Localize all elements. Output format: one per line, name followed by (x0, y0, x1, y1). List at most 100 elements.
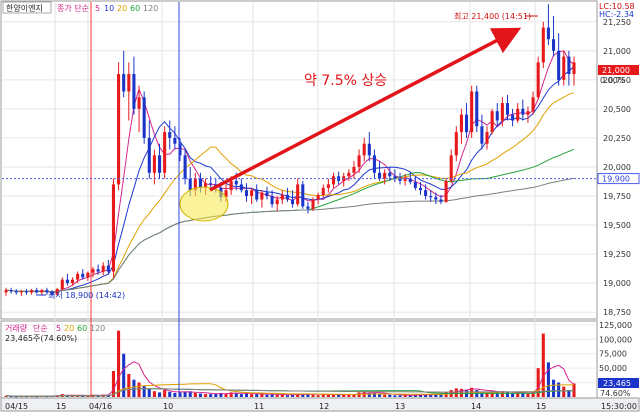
candle-body (546, 27, 550, 40)
candle-body (551, 39, 556, 51)
price-tick-label: 19,000 (603, 279, 631, 288)
candle-body (495, 111, 499, 121)
candle-body (275, 199, 279, 205)
x-tick-label: 14 (471, 402, 481, 411)
stock-chart: 21,25021,00020,75020,50020,25020,00019,7… (0, 0, 640, 412)
candle-body (521, 108, 525, 115)
price-tick-label: 20,250 (603, 134, 631, 143)
volume-ma-120: 120 (90, 324, 105, 333)
price-tick-label: 20,000 (603, 163, 631, 172)
volume-bar (454, 388, 458, 397)
volume-tick-label: 50,000 (599, 364, 627, 373)
candle-body (531, 97, 535, 112)
volume-bar (209, 394, 213, 397)
volume-bar (239, 394, 243, 397)
volume-title: 거래량 (5, 323, 28, 333)
candle-body (86, 272, 90, 278)
candle-body (35, 290, 39, 293)
candle-body (111, 184, 115, 272)
volume-bar (183, 391, 187, 397)
candle-body (316, 194, 320, 200)
volume-bar (127, 373, 131, 397)
candle-body (485, 132, 489, 144)
candle-body (70, 279, 75, 284)
candle-body (367, 143, 371, 156)
volume-bar (275, 394, 279, 397)
candle-body (24, 291, 29, 293)
candle-body (408, 178, 412, 183)
candle-body (137, 97, 141, 109)
candle-body (347, 172, 351, 177)
volume-ma-60: 60 (77, 324, 87, 333)
candle-body (557, 50, 561, 80)
candle-body (475, 91, 479, 127)
candle-body (444, 180, 448, 202)
candle-body (168, 132, 172, 138)
candle-body (244, 190, 249, 197)
candle-body (250, 190, 254, 197)
candle-body (572, 62, 576, 75)
x-tick-label: 15 (56, 402, 66, 411)
price-panel-frame (0, 0, 598, 320)
ma-legend-120: 120 (143, 4, 158, 13)
volume-bar (521, 393, 525, 397)
candle-body (459, 114, 463, 133)
candle-body (352, 166, 356, 173)
candle-body (91, 269, 95, 273)
ma-legend-label: 종가 단순 (57, 3, 89, 13)
volume-bar (142, 385, 146, 397)
volume-ma-label: 단순 (33, 323, 48, 333)
current-price-value: 21,000 (602, 66, 630, 75)
candle-body (321, 187, 325, 195)
candle-body (291, 199, 295, 205)
candle-body (106, 265, 110, 272)
candle-body (413, 182, 417, 188)
volume-bar (132, 379, 136, 397)
candle-body (536, 62, 540, 98)
candle-body (209, 183, 213, 185)
volume-bar (152, 391, 156, 397)
candle-body (65, 279, 69, 284)
candle-body (388, 172, 392, 177)
volume-tick-label: 125,000 (599, 321, 632, 330)
price-tick-label: 18,750 (603, 308, 631, 317)
candle-body (81, 273, 85, 278)
reference-price-value: 19,900 (602, 175, 630, 184)
x-tick-label: 11 (254, 402, 264, 411)
candle-body (152, 155, 156, 173)
candle-body (173, 137, 177, 144)
candle-body (147, 137, 151, 173)
volume-bar (204, 394, 208, 397)
candle-body (470, 91, 474, 133)
candle-body (311, 199, 315, 209)
volume-bar (393, 395, 397, 397)
volume-pct: 74.60% (600, 389, 631, 398)
candle-body (60, 279, 64, 289)
candle-body (424, 190, 428, 197)
volume-bar (311, 394, 315, 397)
candle-body (526, 111, 530, 115)
min-price-label: 최저 18,900 (14:42) (48, 290, 125, 300)
candle-body (562, 56, 566, 80)
volume-ma-5: 5 (56, 324, 61, 333)
volume-bar (398, 395, 402, 397)
volume-bar (198, 393, 202, 397)
price-tick-label: 20,500 (603, 105, 631, 114)
volume-bar (137, 382, 141, 397)
volume-tick-label: 75,000 (599, 350, 627, 359)
candle-body (117, 74, 121, 185)
candle-body (280, 194, 284, 200)
x-tick-label: 15:30:00 (601, 402, 637, 411)
volume-bar (173, 392, 177, 397)
volume-bar (260, 394, 264, 397)
candle-body (439, 199, 443, 202)
candle-body (142, 97, 146, 138)
candle-body (434, 197, 438, 200)
max-price-label: 최고 21,400 (14:51) (454, 11, 531, 21)
price-tick-label: 21,250 (603, 18, 631, 27)
price-tick-label: 19,500 (603, 221, 631, 230)
volume-ma-20: 20 (64, 324, 74, 333)
candle-body (567, 56, 571, 75)
volume-bar (193, 392, 197, 397)
candle-body (454, 132, 458, 156)
